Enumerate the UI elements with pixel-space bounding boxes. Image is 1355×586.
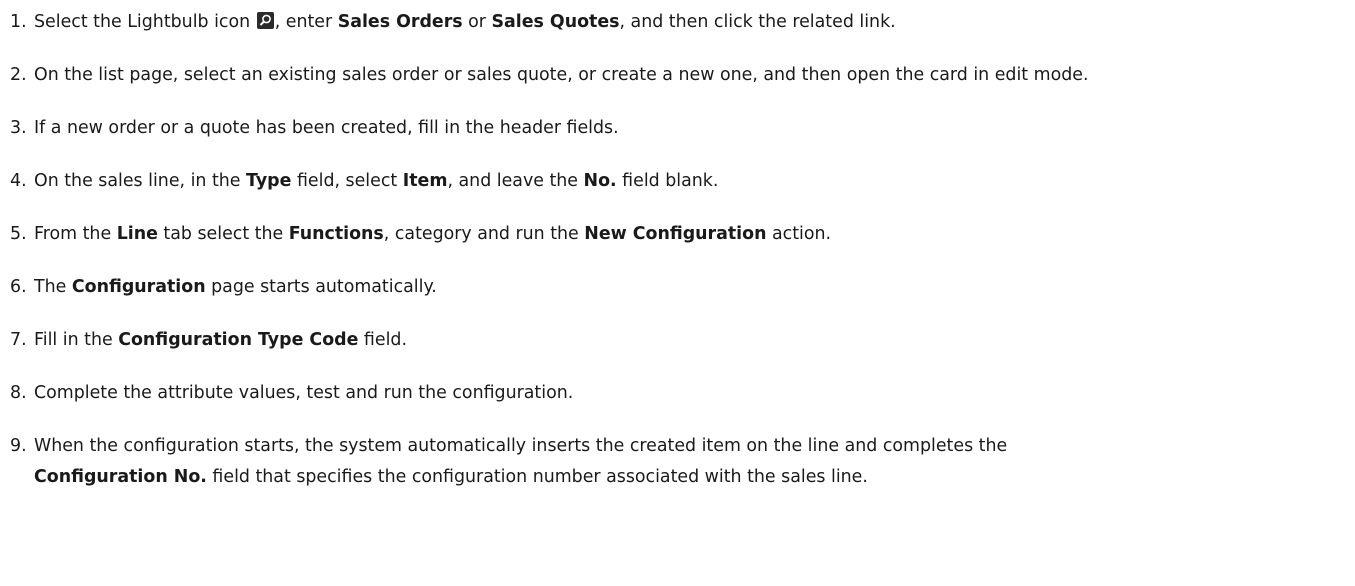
- step-5: 5. From the Line tab select the Functions…: [10, 219, 831, 250]
- step-text: , enter: [274, 12, 338, 32]
- configuration-type-code-term: Configuration Type Code: [118, 330, 359, 350]
- search-icon: [256, 12, 274, 29]
- type-field-term: Type: [246, 171, 292, 191]
- step-number: 7.: [10, 330, 27, 350]
- step-number: 4.: [10, 171, 27, 191]
- step-text: , category and run the: [383, 224, 585, 244]
- functions-term: Functions: [288, 224, 384, 244]
- step-1: 1. Select the Lightbulb icon , enter Sale…: [10, 7, 896, 38]
- configuration-page-term: Configuration: [71, 277, 206, 297]
- configuration-no-term: Configuration No.: [34, 467, 207, 487]
- step-number: 6.: [10, 277, 27, 297]
- step-text: When the configuration starts, the syste…: [34, 436, 1008, 456]
- step-text: On the list page, select an existing sal…: [34, 65, 1089, 85]
- step-number: 1.: [10, 12, 27, 32]
- step-2: 2. On the list page, select an existing s…: [10, 60, 1089, 91]
- item-term: Item: [402, 171, 448, 191]
- step-text: If a new order or a quote has been creat…: [34, 118, 619, 138]
- step-text: , and then click the related link.: [619, 12, 896, 32]
- step-number: 3.: [10, 118, 27, 138]
- step-9: 9. When the configuration starts, the sys…: [10, 431, 1007, 493]
- step-number: 8.: [10, 383, 27, 403]
- step-3: 3. If a new order or a quote has been cre…: [10, 113, 619, 144]
- step-text: Complete the attribute values, test and …: [34, 383, 574, 403]
- step-number: 5.: [10, 224, 27, 244]
- line-tab-term: Line: [116, 224, 158, 244]
- step-text: or: [462, 12, 492, 32]
- step-text: field.: [358, 330, 407, 350]
- step-text: From the: [34, 224, 117, 244]
- step-number: 9.: [10, 436, 27, 456]
- no-field-term: No.: [583, 171, 617, 191]
- step-text: action.: [766, 224, 832, 244]
- sales-quotes-term: Sales Quotes: [491, 12, 620, 32]
- step-text: On the sales line, in the: [34, 171, 247, 191]
- step-text: page starts automatically.: [205, 277, 437, 297]
- step-number: 2.: [10, 65, 27, 85]
- step-text: field, select: [291, 171, 403, 191]
- step-text: tab select the: [157, 224, 289, 244]
- step-text: field blank.: [616, 171, 719, 191]
- step-text: Fill in the: [34, 330, 119, 350]
- new-configuration-term: New Configuration: [584, 224, 767, 244]
- step-text: The: [34, 277, 72, 297]
- step-text: field that specifies the configuration n…: [206, 467, 868, 487]
- step-4: 4. On the sales line, in the Type field, …: [10, 166, 718, 197]
- step-text: , and leave the: [447, 171, 584, 191]
- sales-orders-term: Sales Orders: [337, 12, 463, 32]
- step-8: 8. Complete the attribute values, test an…: [10, 378, 573, 409]
- step-6: 6. The Configuration page starts automati…: [10, 272, 437, 303]
- step-text: Select the Lightbulb icon: [34, 12, 256, 32]
- step-7: 7. Fill in the Configuration Type Code fi…: [10, 325, 407, 356]
